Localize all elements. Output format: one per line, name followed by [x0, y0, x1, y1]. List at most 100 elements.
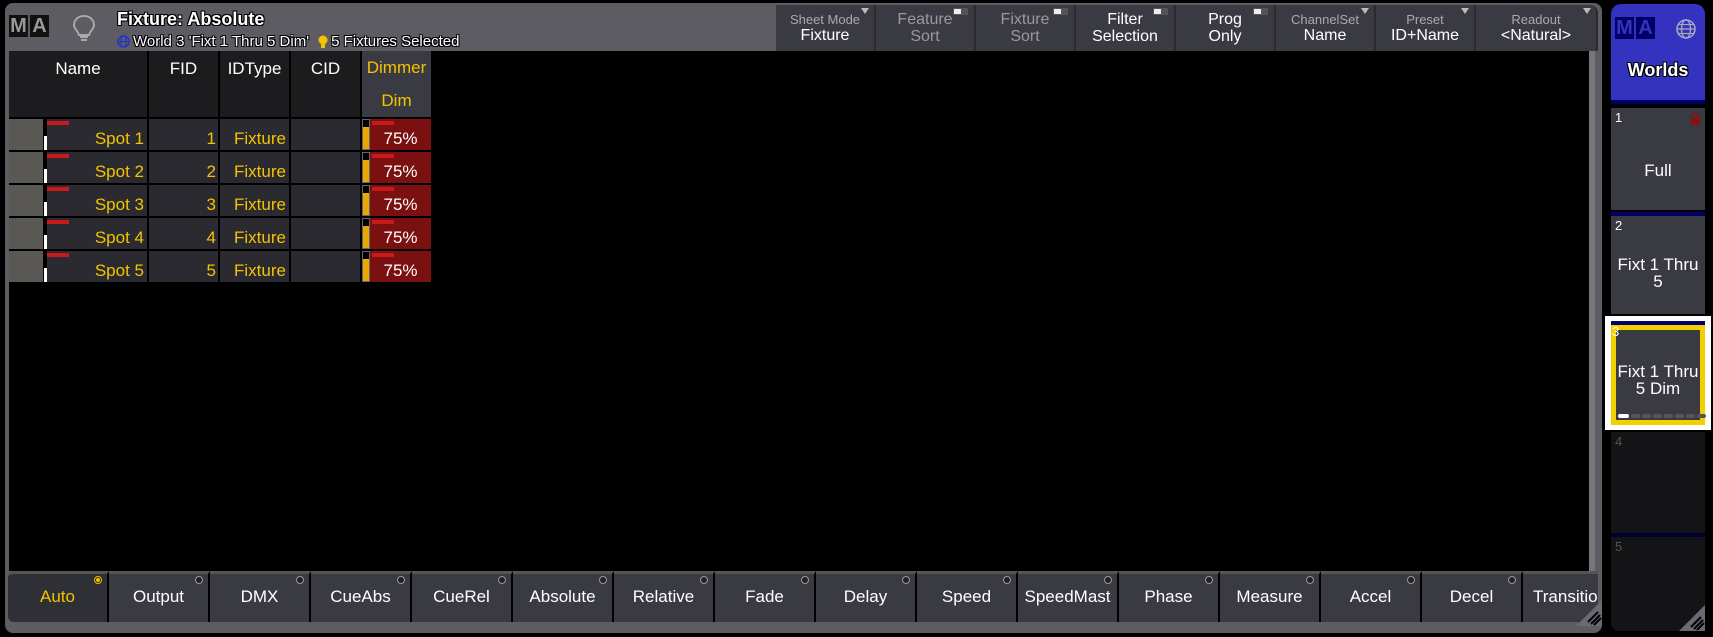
cell-dimmer[interactable]: 75%	[362, 251, 433, 282]
resize-grip-icon[interactable]	[1679, 605, 1705, 631]
toolbar-button-readout[interactable]: Readout <Natural>	[1476, 5, 1598, 51]
cell-idtype[interactable]: Fixture	[220, 251, 291, 282]
cell-dimmer[interactable]: 75%	[362, 119, 433, 150]
cell-name[interactable]: Spot 4	[9, 218, 149, 249]
status-marker	[47, 220, 69, 224]
world-slot-4[interactable]: 4	[1611, 432, 1705, 533]
cell-name[interactable]: Spot 3	[9, 185, 149, 216]
readout-button-output[interactable]: Output	[109, 571, 210, 622]
col-header-name[interactable]: Name	[9, 51, 149, 117]
readout-button-phase[interactable]: Phase	[1119, 571, 1220, 622]
toolbar-button-filter-selection[interactable]: Filter Selection	[1076, 5, 1176, 51]
readout-button-measure[interactable]: Measure	[1220, 571, 1321, 622]
readout-button-accel[interactable]: Accel	[1321, 571, 1422, 622]
status-led-icon	[1003, 576, 1011, 584]
cell-cid[interactable]	[291, 185, 362, 216]
status-led-icon	[195, 576, 203, 584]
toolbar-button-channelset[interactable]: ChannelSet Name	[1276, 5, 1376, 51]
status-marker	[372, 220, 394, 224]
color-swatch	[9, 119, 43, 150]
fixture-row[interactable]: Spot 4 4 Fixture 75%	[9, 216, 433, 249]
readout-button-relative[interactable]: Relative	[614, 571, 715, 622]
dropdown-arrow-icon	[1461, 8, 1469, 14]
cell-fid[interactable]: 5	[149, 251, 220, 282]
globe-icon	[117, 35, 130, 48]
world-info: World 3 'Fixt 1 Thru 5 Dim'	[133, 33, 310, 50]
toolbar-button-preset[interactable]: Preset ID+Name	[1376, 5, 1476, 51]
resize-grip-icon[interactable]	[1576, 600, 1602, 626]
readout-button-dmx[interactable]: DMX	[210, 571, 311, 622]
readout-button-speed[interactable]: Speed	[917, 571, 1018, 622]
readout-button-speedmast[interactable]: SpeedMast	[1018, 571, 1119, 622]
col-header-cid[interactable]: CID	[291, 51, 362, 117]
status-marker	[47, 253, 69, 257]
lightbulb-icon[interactable]	[71, 14, 97, 42]
col-header-idtype[interactable]: IDType	[220, 51, 291, 117]
dropdown-arrow-icon	[861, 8, 869, 14]
ma-logo: MA	[1615, 17, 1655, 39]
status-led-icon	[1104, 576, 1112, 584]
cell-idtype[interactable]: Fixture	[220, 152, 291, 183]
status-led-icon	[397, 576, 405, 584]
dimmer-level-bar	[362, 251, 370, 282]
readout-button-fade[interactable]: Fade	[715, 571, 816, 622]
cell-dimmer[interactable]: 75%	[362, 152, 433, 183]
cell-cid[interactable]	[291, 218, 362, 249]
fixture-row[interactable]: Spot 2 2 Fixture 75%	[9, 150, 433, 183]
fixture-row[interactable]: Spot 5 5 Fixture 75%	[9, 249, 433, 282]
cell-cid[interactable]	[291, 119, 362, 150]
sheet-toolbar: Sheet Mode Fixture Feature Sort Fixture Sor…	[776, 5, 1598, 51]
toolbar-button-prog-only[interactable]: Prog Only	[1176, 5, 1276, 51]
worlds-pool-header[interactable]: MA Worlds	[1611, 4, 1705, 104]
status-marker	[372, 253, 394, 257]
cell-name[interactable]: Spot 5	[9, 251, 149, 282]
readout-button-auto[interactable]: Auto	[8, 571, 109, 622]
cell-idtype[interactable]: Fixture	[220, 119, 291, 150]
dimmer-level-bar	[362, 185, 370, 216]
cell-fid[interactable]: 3	[149, 185, 220, 216]
status-led-icon	[1508, 576, 1516, 584]
toolbar-button-fixture-sort[interactable]: Fixture Sort	[976, 5, 1076, 51]
status-led-icon	[498, 576, 506, 584]
selection-info: 5 Fixtures Selected	[331, 33, 460, 50]
readout-mode-bar: Auto Output DMX CueAbs CueRel Absolute Relativ…	[8, 571, 1598, 622]
toggle-icon	[1253, 8, 1268, 15]
col-header-fid[interactable]: FID	[149, 51, 220, 117]
world-slot-5[interactable]: 5	[1611, 533, 1705, 631]
world-slot-2[interactable]: 2 Fixt 1 Thru 5	[1611, 212, 1705, 314]
status-marker	[47, 154, 69, 158]
readout-button-decel[interactable]: Decel	[1422, 571, 1523, 622]
cell-fid[interactable]: 1	[149, 119, 220, 150]
vertical-scrollbar[interactable]	[1589, 51, 1595, 571]
dimmer-level-bar	[362, 218, 370, 249]
cell-name[interactable]: Spot 2	[9, 152, 149, 183]
fixture-row[interactable]: Spot 3 3 Fixture 75%	[9, 183, 433, 216]
cell-fid[interactable]: 4	[149, 218, 220, 249]
window-subtitle: World 3 'Fixt 1 Thru 5 Dim' 5 Fixtures S…	[117, 33, 459, 50]
world-slot-3-selected[interactable]: 3 Fixt 1 Thru 5 Dim	[1605, 316, 1711, 430]
readout-button-delay[interactable]: Delay	[816, 571, 917, 622]
toolbar-button-feature-sort[interactable]: Feature Sort	[876, 5, 976, 51]
sheet-rows: Spot 1 1 Fixture 75% Spot 2 2 Fixture 75% Spot 3…	[9, 117, 433, 282]
toolbar-button-sheet-mode[interactable]: Sheet Mode Fixture	[776, 5, 876, 51]
cell-cid[interactable]	[291, 152, 362, 183]
cell-idtype[interactable]: Fixture	[220, 218, 291, 249]
dropdown-arrow-icon	[1361, 8, 1369, 14]
color-swatch	[9, 251, 43, 282]
world-slot-1[interactable]: 1 Full	[1611, 108, 1705, 210]
readout-button-absolute[interactable]: Absolute	[513, 571, 614, 622]
col-header-dimmer[interactable]: Dimmer Dim	[362, 51, 433, 117]
ma-logo[interactable]: MA	[9, 15, 49, 37]
cell-fid[interactable]: 2	[149, 152, 220, 183]
cell-name[interactable]: Spot 1	[9, 119, 149, 150]
globe-icon	[1676, 19, 1696, 39]
cell-cid[interactable]	[291, 251, 362, 282]
dimmer-level-bar	[362, 152, 370, 183]
worlds-title: Worlds	[1627, 60, 1689, 80]
cell-dimmer[interactable]: 75%	[362, 185, 433, 216]
readout-button-cueabs[interactable]: CueAbs	[311, 571, 412, 622]
cell-idtype[interactable]: Fixture	[220, 185, 291, 216]
fixture-row[interactable]: Spot 1 1 Fixture 75%	[9, 117, 433, 150]
readout-button-cuerel[interactable]: CueRel	[412, 571, 513, 622]
cell-dimmer[interactable]: 75%	[362, 218, 433, 249]
